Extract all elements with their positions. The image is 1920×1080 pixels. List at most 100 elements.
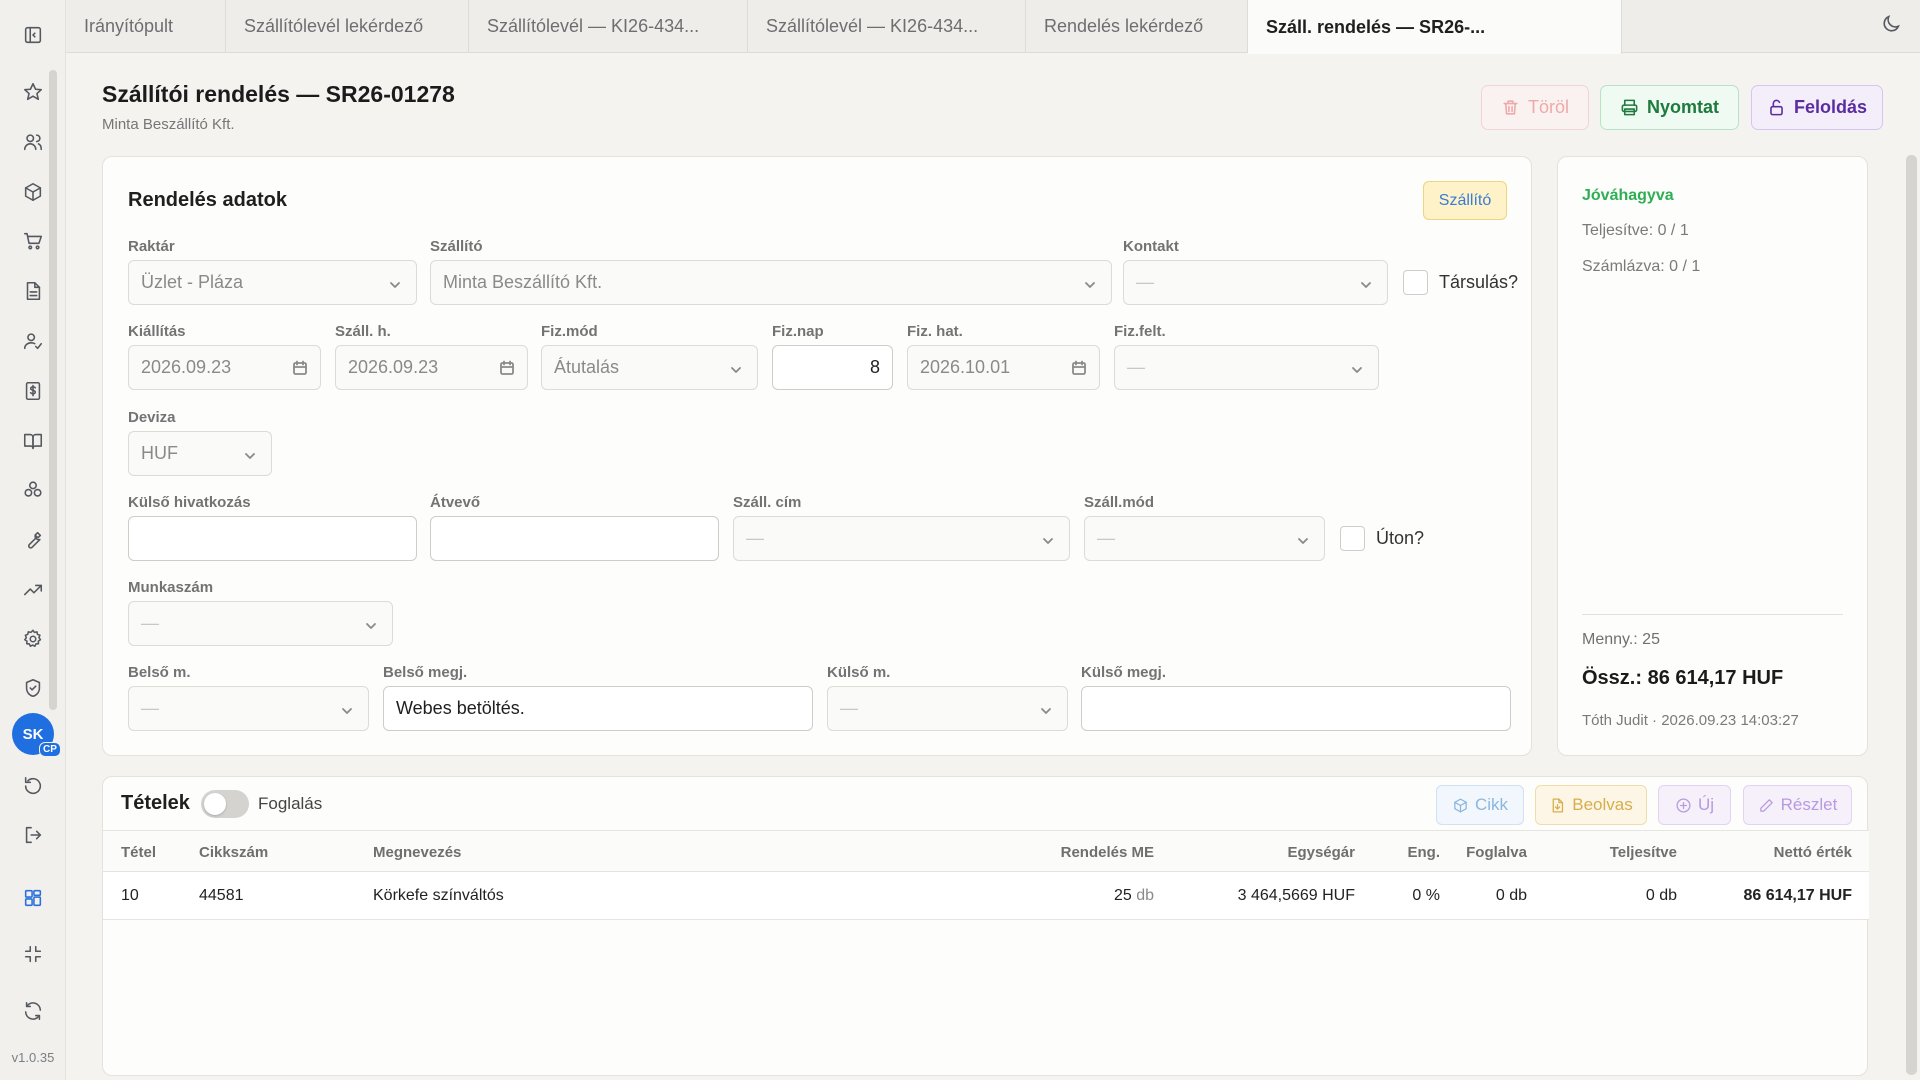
association-checkbox[interactable] — [1403, 270, 1428, 295]
boxes-icon[interactable] — [13, 470, 53, 510]
divider — [1582, 614, 1843, 615]
refresh-icon[interactable] — [13, 991, 53, 1031]
delivery-date-field[interactable]: 2026.09.23 — [335, 345, 528, 390]
status-card: Jóváhagyva Teljesítve: 0 / 1 Számlázva: … — [1557, 156, 1868, 756]
cell-net-value: 86 614,17 HUF — [1743, 887, 1852, 904]
user-check-icon[interactable] — [13, 321, 53, 361]
delivery-address-select[interactable]: — — [733, 516, 1070, 561]
delivery-date-label: Száll. h. — [335, 323, 391, 340]
document-icon[interactable] — [13, 271, 53, 311]
internal-note-type-label: Belső m. — [128, 664, 191, 681]
main-scrollbar[interactable] — [1906, 155, 1917, 1075]
delete-button-label: Töröl — [1527, 97, 1569, 117]
unlock-button[interactable]: Feloldás — [1751, 85, 1883, 130]
column-header-discount[interactable]: Eng. — [1408, 844, 1441, 861]
tab-order-query[interactable]: Rendelés lekérdező — [1026, 0, 1248, 53]
shield-icon[interactable] — [13, 668, 53, 708]
invoice-icon[interactable] — [13, 371, 53, 411]
book-icon[interactable] — [13, 421, 53, 461]
chevron-down-icon — [1350, 361, 1364, 375]
chevron-down-icon — [729, 361, 743, 375]
column-header-sku[interactable]: Cikkszám — [199, 844, 268, 861]
supplier-badge[interactable]: Szállító — [1423, 181, 1507, 220]
column-header-name[interactable]: Megnevezés — [373, 844, 461, 861]
page-subtitle: Minta Beszállító Kft. — [102, 116, 235, 133]
pencil-icon — [1759, 798, 1773, 812]
delete-button[interactable]: Töröl — [1481, 85, 1589, 130]
job-number-select[interactable]: — — [128, 601, 393, 646]
column-header-unit-price[interactable]: Egységár — [1287, 844, 1355, 861]
payment-method-select[interactable]: Átutalás — [541, 345, 758, 390]
column-header-line[interactable]: Tétel — [121, 844, 156, 861]
gear-icon[interactable] — [13, 619, 53, 659]
internal-note-input[interactable]: Webes betöltés. — [383, 686, 813, 731]
contact-label: Kontakt — [1123, 238, 1179, 255]
payment-days-input[interactable]: 8 — [772, 345, 893, 390]
column-header-reserved[interactable]: Foglalva — [1466, 844, 1527, 861]
tab-delivery-note-query[interactable]: Szállítólevél lekérdező — [226, 0, 469, 53]
cell-name: Körkefe színváltós — [373, 887, 504, 904]
users-icon[interactable] — [13, 122, 53, 162]
cart-icon[interactable] — [13, 221, 53, 261]
chevron-down-icon — [1296, 532, 1310, 546]
cube-icon — [1454, 797, 1467, 813]
issue-date-field[interactable]: 2026.09.23 — [128, 345, 321, 390]
warehouse-select[interactable]: Üzlet - Pláza — [128, 260, 417, 305]
tab-supplier-order[interactable]: Száll. rendelés — SR26-... — [1248, 0, 1622, 54]
external-ref-input[interactable] — [128, 516, 417, 561]
chevron-down-icon — [388, 276, 402, 290]
job-number-label: Munkaszám — [128, 579, 214, 596]
contact-select[interactable]: — — [1123, 260, 1388, 305]
collapse-icon[interactable] — [13, 934, 53, 974]
read-button[interactable]: Beolvas — [1535, 785, 1647, 825]
payment-due-field[interactable]: 2026.10.01 — [907, 345, 1100, 390]
unlock-button-label: Feloldás — [1793, 97, 1868, 117]
column-header-order-qty[interactable]: Rendelés ME — [1061, 844, 1154, 861]
tab-delivery-note-2[interactable]: Szállítólevél — KI26-434... — [748, 0, 1026, 53]
cell-sku: 44581 — [199, 887, 244, 904]
currency-select[interactable]: HUF — [128, 431, 272, 476]
sidebar-toggle-icon[interactable] — [13, 15, 53, 55]
item-button[interactable]: Cikk — [1436, 785, 1524, 825]
supplier-select[interactable]: Minta Beszállító Kft. — [430, 260, 1112, 305]
star-icon[interactable] — [13, 72, 53, 112]
column-header-net-value[interactable]: Nettó érték — [1774, 844, 1852, 861]
external-note-input[interactable] — [1081, 686, 1511, 731]
calendar-icon — [292, 360, 308, 376]
job-number-value: — — [141, 613, 159, 633]
supplier-label: Szállító — [430, 238, 483, 255]
external-note-label: Külső megj. — [1081, 664, 1167, 681]
delivery-mode-select[interactable]: — — [1084, 516, 1325, 561]
status-audit: Tóth Judit · 2026.09.23 14:03:27 — [1582, 712, 1799, 729]
order-data-title: Rendelés adatok — [128, 189, 287, 211]
receiver-label: Átvevő — [430, 494, 481, 511]
undo-icon[interactable] — [13, 766, 53, 806]
association-label: Társulás? — [1439, 272, 1519, 292]
detail-button-label: Részlet — [1780, 795, 1838, 814]
new-item-button[interactable]: Új — [1658, 785, 1731, 825]
items-card: Tételek Foglalás Cikk Beolvas Új Részlet… — [102, 776, 1869, 1076]
grid-icon[interactable] — [13, 878, 53, 918]
avatar-badge: CP — [39, 742, 61, 757]
external-note-type-select[interactable]: — — [827, 686, 1068, 731]
trending-icon[interactable] — [13, 570, 53, 610]
toggle-knob — [204, 793, 226, 815]
payment-terms-select[interactable]: — — [1114, 345, 1379, 390]
tab-dashboard[interactable]: Irányítópult — [66, 0, 226, 53]
print-button[interactable]: Nyomtat — [1600, 85, 1739, 130]
box-icon[interactable] — [13, 172, 53, 212]
status-fulfilled: Teljesítve: 0 / 1 — [1582, 222, 1689, 239]
table-row[interactable]: 10 44581 Körkefe színváltós 25 db 3 464,… — [103, 872, 1869, 920]
sidebar-scrollbar[interactable] — [49, 70, 57, 710]
in-transit-checkbox[interactable] — [1340, 526, 1365, 551]
logout-icon[interactable] — [13, 815, 53, 855]
items-table-header: Tétel Cikkszám Megnevezés Rendelés ME Eg… — [103, 830, 1869, 872]
tab-delivery-note-1[interactable]: Szállítólevél — KI26-434... — [469, 0, 748, 53]
column-header-fulfilled[interactable]: Teljesítve — [1610, 844, 1677, 861]
internal-note-type-select[interactable]: — — [128, 686, 369, 731]
detail-button[interactable]: Részlet — [1743, 785, 1852, 825]
receiver-input[interactable] — [430, 516, 719, 561]
wrench-icon[interactable] — [13, 520, 53, 560]
reserve-toggle[interactable] — [201, 790, 249, 818]
theme-toggle-icon[interactable] — [1880, 13, 1906, 39]
